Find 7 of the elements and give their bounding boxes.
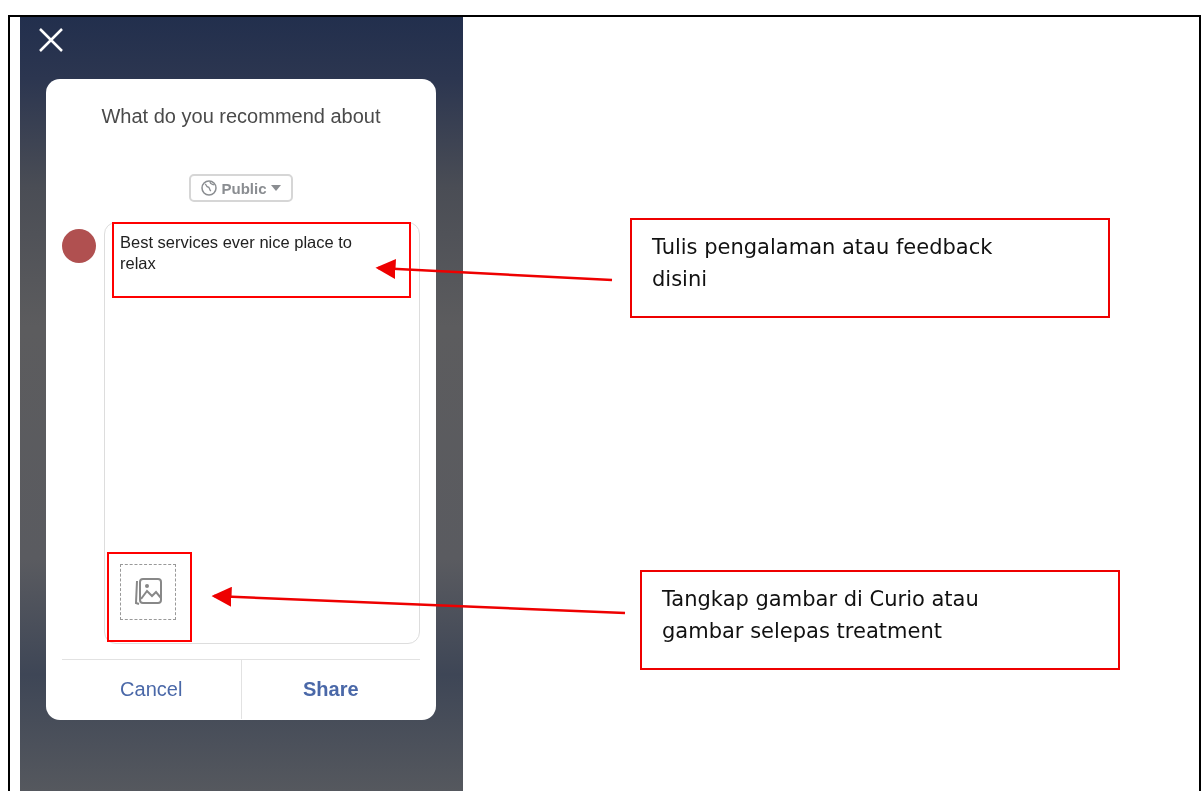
annotation-callout: Tulis pengalaman atau feedback disini <box>630 218 1110 318</box>
cancel-button[interactable]: Cancel <box>62 660 241 719</box>
post-text: Best services ever nice place to relax <box>120 232 354 275</box>
card-title: What do you recommend about <box>101 105 381 128</box>
annotation-callout: Tangkap gambar di Curio atau gambar selepas treatment <box>640 570 1120 670</box>
audience-dropdown[interactable]: Public <box>189 174 293 202</box>
share-button[interactable]: Share <box>240 660 420 719</box>
